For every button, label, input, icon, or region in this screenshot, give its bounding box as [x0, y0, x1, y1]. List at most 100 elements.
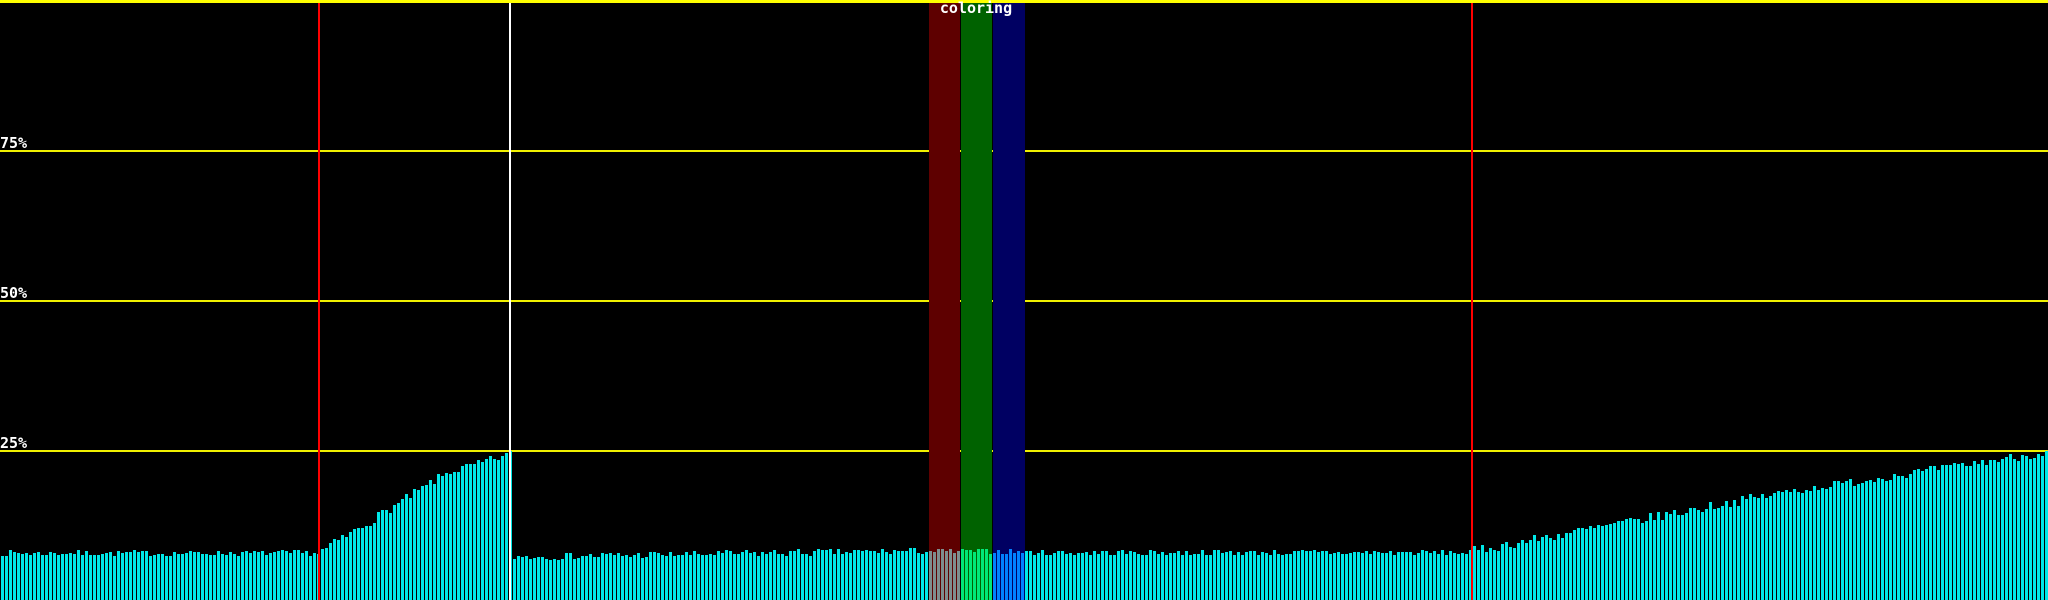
- bar: [1021, 553, 1024, 600]
- bar: [585, 556, 588, 600]
- bar: [489, 456, 492, 600]
- bar: [97, 555, 100, 600]
- bar: [181, 554, 184, 600]
- bar: [933, 552, 936, 600]
- bar: [109, 552, 112, 600]
- bar: [1101, 551, 1104, 600]
- bar: [1361, 553, 1364, 600]
- bar: [1993, 460, 1996, 600]
- bar: [1653, 520, 1656, 600]
- bar: [1573, 530, 1576, 600]
- bar: [393, 505, 396, 600]
- bar: [1905, 478, 1908, 600]
- bar: [953, 553, 956, 600]
- bar: [1269, 555, 1272, 600]
- bar: [377, 512, 380, 600]
- bar: [697, 554, 700, 600]
- bar: [145, 551, 148, 600]
- bar: [233, 554, 236, 600]
- bar: [1081, 553, 1084, 600]
- bar: [1981, 460, 1984, 600]
- bar: [737, 554, 740, 600]
- bar: [713, 555, 716, 600]
- bar: [1257, 555, 1260, 600]
- bar: [1973, 461, 1976, 600]
- bar: [1037, 553, 1040, 600]
- bar: [1209, 555, 1212, 600]
- bar: [557, 560, 560, 600]
- bar: [1157, 554, 1160, 600]
- bar: [153, 555, 156, 600]
- bar: [649, 552, 652, 600]
- bar: [1733, 500, 1736, 600]
- bar: [1373, 551, 1376, 600]
- bar: [1641, 523, 1644, 600]
- bar: [1725, 501, 1728, 600]
- bar: [1845, 481, 1848, 600]
- bar: [1617, 521, 1620, 600]
- bar: [1357, 552, 1360, 600]
- bar: [1809, 491, 1812, 600]
- bar: [1669, 514, 1672, 600]
- bar: [797, 549, 800, 600]
- bar: [1229, 551, 1232, 600]
- bar: [1729, 507, 1732, 600]
- bar: [981, 549, 984, 600]
- bar: [541, 557, 544, 600]
- bar: [749, 553, 752, 600]
- bar: [1481, 545, 1484, 600]
- bar: [561, 559, 564, 600]
- bar: [357, 528, 360, 600]
- bar: [225, 555, 228, 600]
- bar: [1477, 550, 1480, 600]
- bar: [1753, 497, 1756, 600]
- white-marker: [509, 0, 511, 600]
- bar: [653, 552, 656, 600]
- bar: [1301, 550, 1304, 600]
- bar: [1937, 470, 1940, 600]
- bar: [641, 558, 644, 600]
- bar: [1613, 523, 1616, 600]
- bar: [1941, 465, 1944, 600]
- bar: [513, 559, 516, 600]
- bar: [529, 559, 532, 600]
- bar: [1861, 483, 1864, 600]
- bar: [1909, 474, 1912, 600]
- bar: [865, 550, 868, 600]
- bar: [89, 555, 92, 600]
- bar: [301, 553, 304, 600]
- bar: [1537, 541, 1540, 600]
- bar: [525, 556, 528, 600]
- bar: [321, 549, 324, 600]
- bar: [1193, 554, 1196, 600]
- bar: [625, 555, 628, 600]
- bar: [1721, 506, 1724, 600]
- bar: [237, 556, 240, 600]
- bar: [1001, 554, 1004, 600]
- bar: [1769, 496, 1772, 600]
- bar: [761, 552, 764, 600]
- bar: [521, 557, 524, 600]
- bar: [1049, 555, 1052, 600]
- bar: [1145, 555, 1148, 600]
- bar: [1285, 554, 1288, 600]
- bar: [461, 466, 464, 600]
- bar: [325, 548, 328, 600]
- bar: [1453, 553, 1456, 600]
- bar: [1457, 554, 1460, 600]
- bar: [1853, 486, 1856, 600]
- bar: [41, 555, 44, 600]
- bar: [1665, 512, 1668, 600]
- bar: [1757, 498, 1760, 600]
- bar: [729, 551, 732, 600]
- bar: [1689, 508, 1692, 600]
- bar: [205, 554, 208, 600]
- bar: [1205, 555, 1208, 600]
- bar: [753, 552, 756, 600]
- bar: [1349, 553, 1352, 600]
- bar: [1333, 553, 1336, 600]
- bar: [629, 557, 632, 600]
- bar: [1289, 554, 1292, 600]
- bar: [1069, 553, 1072, 600]
- bar: [221, 554, 224, 600]
